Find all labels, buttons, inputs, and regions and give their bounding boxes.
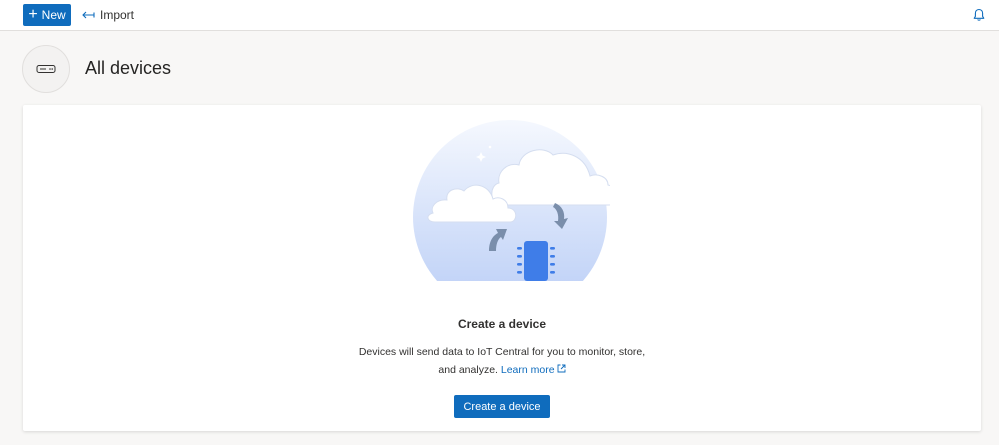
- description-line2: and analyze.: [438, 364, 501, 376]
- device-icon: [36, 65, 56, 73]
- empty-state-description: Devices will send data to IoT Central fo…: [352, 343, 652, 379]
- external-link-icon: [557, 364, 566, 373]
- import-button-label: Import: [100, 8, 135, 22]
- notification-bell-icon[interactable]: [972, 8, 986, 22]
- description-line1: Devices will send data to IoT Central fo…: [358, 346, 646, 358]
- create-device-button[interactable]: Create a device: [454, 395, 550, 418]
- import-button[interactable]: Import: [82, 5, 134, 25]
- import-arrow-icon: [82, 11, 95, 19]
- new-button-label: New: [41, 8, 66, 22]
- empty-state-title: Create a device: [457, 317, 547, 331]
- new-button[interactable]: + New: [23, 4, 71, 26]
- page-icon: [22, 45, 70, 93]
- page-title: All devices: [85, 58, 172, 78]
- learn-more-link[interactable]: Learn more: [501, 364, 555, 376]
- command-bar: + New Import: [0, 0, 999, 31]
- empty-state-card: Create a device Devices will send data t…: [23, 105, 981, 431]
- plus-icon: +: [28, 6, 38, 23]
- cloud-device-illustration: [413, 120, 610, 281]
